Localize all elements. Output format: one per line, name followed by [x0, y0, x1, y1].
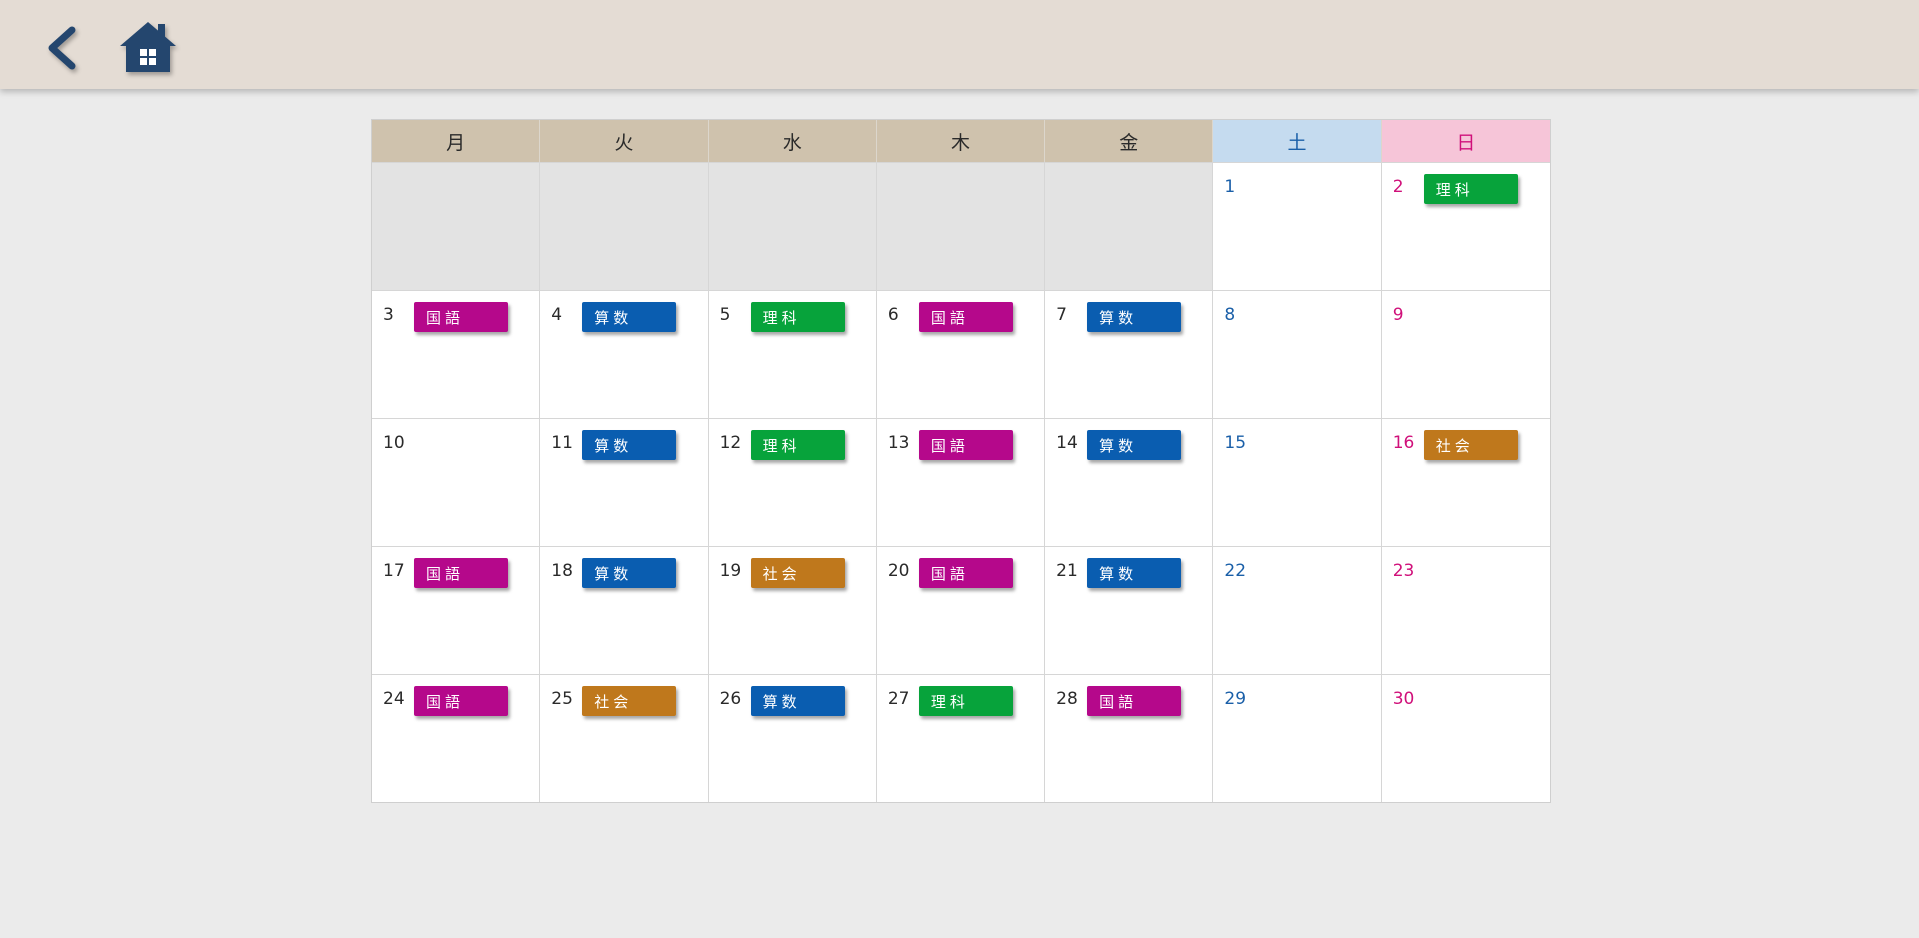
day-number: 12 — [719, 433, 742, 453]
day-cell[interactable]: 21 算数 — [1045, 546, 1214, 674]
subject-tag[interactable]: 算数 — [1087, 558, 1182, 588]
weekday-header: 水 — [708, 120, 877, 162]
day-number: 14 — [1056, 433, 1078, 453]
day-cell[interactable]: 4 算数 — [540, 290, 709, 418]
day-number: 30 — [1392, 689, 1415, 709]
home-button[interactable] — [118, 20, 178, 76]
day-number: 28 — [1056, 689, 1078, 709]
subject-tag[interactable]: 国語 — [1087, 686, 1182, 716]
day-number: 21 — [1056, 561, 1078, 581]
day-number: 26 — [719, 689, 742, 709]
subject-tag[interactable]: 理科 — [1423, 174, 1518, 204]
day-cell[interactable]: 12 理科 — [708, 418, 877, 546]
day-number: 15 — [1224, 433, 1247, 453]
subject-tag[interactable]: 国語 — [414, 686, 508, 716]
chevron-left-icon — [48, 26, 76, 70]
day-cell[interactable]: 25 社会 — [540, 674, 709, 802]
day-cell[interactable]: 2 理科 — [1381, 162, 1550, 290]
day-number: 2 — [1392, 177, 1404, 197]
day-number: 1 — [1224, 177, 1236, 197]
weekday-header: 金 — [1045, 120, 1214, 162]
day-number: 4 — [551, 305, 563, 325]
day-number: 6 — [887, 305, 899, 325]
day-number: 24 — [383, 689, 405, 709]
day-number: 8 — [1224, 305, 1236, 325]
day-number: 19 — [719, 561, 742, 581]
home-icon — [120, 22, 176, 72]
day-cell[interactable]: 6 国語 — [876, 290, 1046, 418]
subject-tag[interactable]: 算数 — [750, 686, 845, 716]
day-cell[interactable]: 5 理科 — [708, 290, 877, 418]
day-number: 22 — [1224, 561, 1247, 581]
day-cell[interactable]: 13 国語 — [876, 418, 1046, 546]
weekday-header: 木 — [876, 120, 1046, 162]
day-cell[interactable]: 19 社会 — [708, 546, 877, 674]
day-number: 9 — [1392, 305, 1404, 325]
subject-tag[interactable]: 国語 — [918, 558, 1013, 588]
day-number: 29 — [1224, 689, 1247, 709]
day-cell[interactable]: 22 — [1213, 546, 1382, 674]
subject-tag[interactable]: 算数 — [1087, 302, 1182, 332]
weekday-header: 土 — [1213, 120, 1382, 162]
day-number: 16 — [1392, 433, 1415, 453]
subject-tag[interactable]: 理科 — [918, 686, 1013, 716]
subject-tag[interactable]: 社会 — [750, 558, 845, 588]
subject-tag[interactable]: 国語 — [414, 302, 508, 332]
day-cell[interactable]: 3 国語 — [372, 290, 541, 418]
day-cell[interactable]: 29 — [1213, 674, 1382, 802]
day-number: 13 — [887, 433, 910, 453]
weekday-header: 月 — [372, 120, 541, 162]
subject-tag[interactable]: 算数 — [1087, 430, 1182, 460]
subject-tag[interactable]: 国語 — [918, 430, 1013, 460]
day-number: 18 — [551, 561, 573, 581]
day-cell[interactable]: 24 国語 — [372, 674, 541, 802]
subject-tag[interactable]: 国語 — [918, 302, 1013, 332]
month-calendar: 月火水木金土日 1 2 理科 3 国語 4 算数 5 理科 6 国語 7 算数 8 9 10 11 算数 12 理科 13… — [371, 119, 1551, 803]
empty-day-cell — [1045, 162, 1214, 290]
day-cell[interactable]: 15 — [1213, 418, 1382, 546]
day-number: 23 — [1392, 561, 1415, 581]
subject-tag[interactable]: 社会 — [1423, 430, 1518, 460]
day-number: 7 — [1056, 305, 1067, 325]
day-cell[interactable]: 14 算数 — [1045, 418, 1214, 546]
day-number: 5 — [719, 305, 731, 325]
subject-tag[interactable]: 算数 — [582, 430, 677, 460]
day-number: 11 — [551, 433, 573, 453]
empty-day-cell — [372, 162, 541, 290]
subject-tag[interactable]: 国語 — [414, 558, 508, 588]
day-cell[interactable]: 27 理科 — [876, 674, 1046, 802]
day-cell[interactable]: 30 — [1381, 674, 1550, 802]
day-number: 20 — [887, 561, 910, 581]
weekday-header: 日 — [1381, 120, 1550, 162]
empty-day-cell — [540, 162, 709, 290]
subject-tag[interactable]: 算数 — [582, 558, 677, 588]
day-cell[interactable]: 28 国語 — [1045, 674, 1214, 802]
day-cell[interactable]: 18 算数 — [540, 546, 709, 674]
day-cell[interactable]: 20 国語 — [876, 546, 1046, 674]
day-cell[interactable]: 26 算数 — [708, 674, 877, 802]
weekday-header: 火 — [540, 120, 709, 162]
day-cell[interactable]: 23 — [1381, 546, 1550, 674]
back-button[interactable] — [40, 22, 86, 74]
day-cell[interactable]: 9 — [1381, 290, 1550, 418]
subject-tag[interactable]: 社会 — [582, 686, 677, 716]
empty-day-cell — [876, 162, 1046, 290]
day-cell[interactable]: 1 — [1213, 162, 1382, 290]
empty-day-cell — [708, 162, 877, 290]
day-number: 3 — [383, 305, 394, 325]
day-number: 27 — [887, 689, 910, 709]
day-cell[interactable]: 17 国語 — [372, 546, 541, 674]
day-cell[interactable]: 16 社会 — [1381, 418, 1550, 546]
day-cell[interactable]: 11 算数 — [540, 418, 709, 546]
day-number: 10 — [383, 433, 405, 453]
day-cell[interactable]: 8 — [1213, 290, 1382, 418]
day-cell[interactable]: 10 — [372, 418, 541, 546]
day-number: 17 — [383, 561, 405, 581]
subject-tag[interactable]: 理科 — [750, 430, 845, 460]
top-bar — [0, 0, 1919, 89]
day-number: 25 — [551, 689, 573, 709]
day-cell[interactable]: 7 算数 — [1045, 290, 1214, 418]
subject-tag[interactable]: 理科 — [750, 302, 845, 332]
subject-tag[interactable]: 算数 — [582, 302, 677, 332]
